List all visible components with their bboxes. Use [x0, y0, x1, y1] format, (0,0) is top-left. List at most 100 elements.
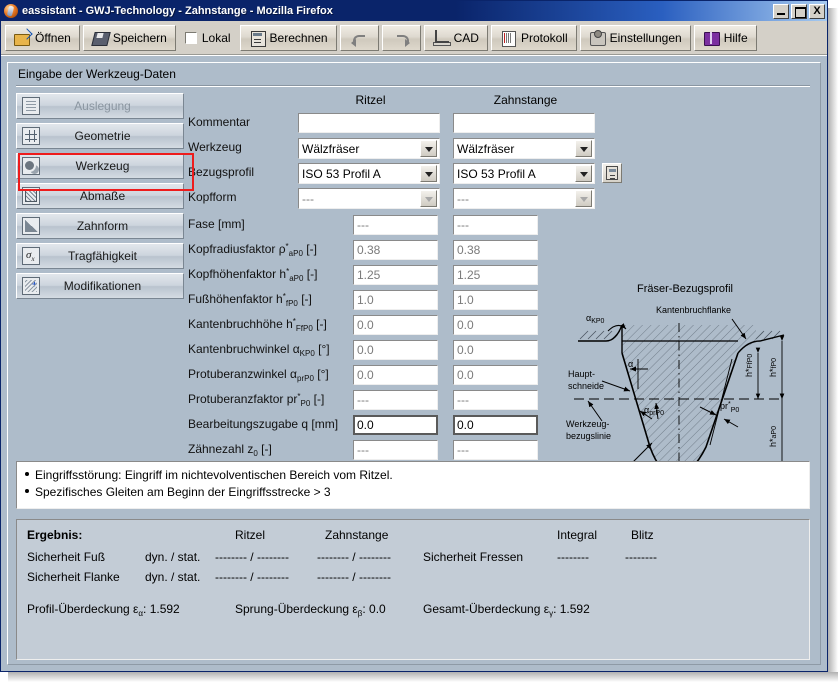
lokal-checkbox[interactable]: [184, 31, 197, 44]
chevron-down-icon[interactable]: [575, 140, 592, 157]
input-bearbeitungszugabe-ritzel[interactable]: 0.0: [353, 415, 438, 435]
bullet-icon: [25, 489, 29, 493]
sidebar-item-zahnform[interactable]: Zahnform: [16, 213, 184, 239]
modify-icon: +: [22, 277, 40, 295]
input-bearbeitungszugabe-zahnstange[interactable]: 0.0: [453, 415, 538, 435]
input-protuberanzwinkel-zahnstange[interactable]: 0.0: [453, 365, 538, 385]
maximize-button[interactable]: [791, 3, 807, 19]
chevron-down-icon[interactable]: [420, 165, 437, 182]
results-title: Ergebnis:: [27, 528, 83, 542]
lokal-checkbox-group[interactable]: Lokal: [179, 31, 237, 45]
label-unit: [-]: [306, 242, 317, 256]
input-kantenbruchwinkel-zahnstange[interactable]: 0.0: [453, 340, 538, 360]
results-profil-value: : 1.592: [143, 602, 180, 616]
diagram-title: Fräser-Bezugsprofil: [637, 283, 733, 295]
form-row-werkzeug: Werkzeug Wälzfräser Wälzfräser: [188, 138, 812, 160]
label-sub: P0: [300, 399, 311, 408]
label-fusshoehenfaktor-text: Fußhöhenfaktor h: [188, 292, 283, 306]
input-fase-ritzel[interactable]: ---: [353, 215, 438, 235]
input-kantenbruchhoehe-zahnstange[interactable]: 0.0: [453, 315, 538, 335]
sidebar-item-tragfaehigkeit[interactable]: σx Tragfähigkeit: [16, 243, 184, 269]
sidebar-item-werkzeug[interactable]: Werkzeug: [16, 153, 184, 179]
input-kopfhoehenfaktor-ritzel[interactable]: 1.25: [353, 265, 438, 285]
label-sub: fP0: [285, 299, 298, 308]
column-header-ritzel: Ritzel: [355, 93, 386, 107]
settings-button[interactable]: Einstellungen: [579, 24, 691, 51]
input-zaehnezahl-ritzel[interactable]: ---: [353, 440, 438, 460]
select-werkzeug-zahnstange[interactable]: Wälzfräser: [453, 138, 595, 159]
annotation-pr-p0: pr*P0: [720, 401, 739, 414]
input-kantenbruchhoehe-ritzel[interactable]: 0.0: [353, 315, 438, 335]
undo-button[interactable]: [339, 24, 379, 51]
window-shadow-right: [828, 8, 838, 682]
panel-werkzeug: Eingabe der Werkzeug-Daten Auslegung Geo…: [7, 62, 821, 665]
label-kopfform: Kopfform: [188, 190, 237, 204]
input-zaehnezahl-zahnstange[interactable]: ---: [453, 440, 538, 460]
sidebar-item-modifikationen[interactable]: + Modifikationen: [16, 273, 184, 299]
label-unit: [°]: [318, 342, 330, 356]
input-protuberanzfaktor-ritzel[interactable]: ---: [353, 390, 438, 410]
help-button[interactable]: Hilfe: [693, 24, 757, 51]
input-fusshoehenfaktor-zahnstange[interactable]: 1.0: [453, 290, 538, 310]
input-protuberanzwinkel-ritzel[interactable]: 0.0: [353, 365, 438, 385]
bezugsprofil-calculator-button[interactable]: [602, 163, 622, 183]
chevron-down-icon[interactable]: [575, 165, 592, 182]
input-kantenbruchwinkel-ritzel[interactable]: 0.0: [353, 340, 438, 360]
results-col-blitz: Blitz: [631, 528, 654, 542]
firefox-icon: [4, 4, 18, 18]
calculate-label: Berechnen: [269, 30, 328, 45]
label-unit: [-]: [306, 267, 318, 281]
results-value-fuss-ritzel: -------- / --------: [215, 550, 289, 564]
minimize-button[interactable]: [773, 3, 789, 19]
tooth-profile-icon: [22, 217, 40, 235]
label-werkzeug: Werkzeug: [188, 140, 242, 154]
results-col-zahnstange: Zahnstange: [325, 528, 389, 542]
sidebar-item-geometrie[interactable]: Geometrie: [16, 123, 184, 149]
cad-button[interactable]: CAD: [423, 24, 488, 51]
protocol-button[interactable]: Protokoll: [490, 24, 577, 51]
input-protuberanzfaktor-zahnstange[interactable]: ---: [453, 390, 538, 410]
redo-arrow-icon: [393, 30, 410, 47]
form-row-kopfradiusfaktor: Kopfradiusfaktor ρ*aP0 [-] 0.38 0.38: [188, 240, 812, 262]
window-shadow-bottom: [8, 672, 838, 682]
input-fusshoehenfaktor-ritzel[interactable]: 1.0: [353, 290, 438, 310]
input-kommentar-ritzel[interactable]: [298, 113, 440, 133]
sidebar-item-abmasse[interactable]: Abmaße: [16, 183, 184, 209]
select-werkzeug-ritzel[interactable]: Wälzfräser: [298, 138, 440, 159]
redo-button[interactable]: [381, 24, 421, 51]
close-button[interactable]: X: [809, 3, 825, 19]
cad-label: CAD: [453, 30, 479, 45]
message-text-1: Eingriffsstörung: Eingriff im nichtevolv…: [35, 468, 393, 482]
input-fase-zahnstange[interactable]: ---: [453, 215, 538, 235]
label-protuberanzwinkel: Protuberanzwinkel αprP0 [°]: [188, 367, 329, 383]
label-kantenbruchhoehe-text: Kantenbruchhöhe h: [188, 317, 293, 331]
input-kopfradiusfaktor-zahnstange[interactable]: 0.38: [453, 240, 538, 260]
select-bezugsprofil-ritzel[interactable]: ISO 53 Profil A: [298, 163, 440, 184]
label-protuberanzwinkel-text: Protuberanzwinkel α: [188, 367, 297, 381]
form-row-fase: Fase [mm] --- ---: [188, 215, 812, 237]
label-unit: [°]: [317, 367, 329, 381]
input-kommentar-zahnstange[interactable]: [453, 113, 595, 133]
save-button[interactable]: Speichern: [82, 24, 176, 51]
protocol-label: Protokoll: [520, 30, 568, 45]
open-button[interactable]: Öffnen: [5, 24, 80, 51]
calculator-icon: [249, 30, 266, 47]
input-kopfhoehenfaktor-zahnstange[interactable]: 1.25: [453, 265, 538, 285]
select-kopfform-ritzel[interactable]: ---: [298, 188, 440, 209]
results-gesamt-value: : 1.592: [553, 602, 590, 616]
chevron-down-icon[interactable]: [420, 140, 437, 157]
document-icon: [500, 30, 517, 47]
chevron-down-icon[interactable]: [420, 190, 437, 207]
results-value-fressen-blitz: --------: [625, 550, 657, 564]
sidebar-item-auslegung[interactable]: Auslegung: [16, 93, 184, 119]
select-bezugsprofil-zahnstange[interactable]: ISO 53 Profil A: [453, 163, 595, 184]
label-sub: prP0: [297, 374, 314, 383]
message-text-2: Spezifisches Gleiten am Beginn der Eingr…: [35, 485, 331, 499]
calculate-button[interactable]: Berechnen: [239, 24, 337, 51]
window-controls: X: [773, 3, 825, 19]
label-kommentar: Kommentar: [188, 115, 251, 129]
input-kopfradiusfaktor-ritzel[interactable]: 0.38: [353, 240, 438, 260]
chevron-down-icon[interactable]: [575, 190, 592, 207]
message-item-2: Spezifisches Gleiten am Beginn der Eingr…: [25, 484, 801, 501]
select-kopfform-zahnstange[interactable]: ---: [453, 188, 595, 209]
